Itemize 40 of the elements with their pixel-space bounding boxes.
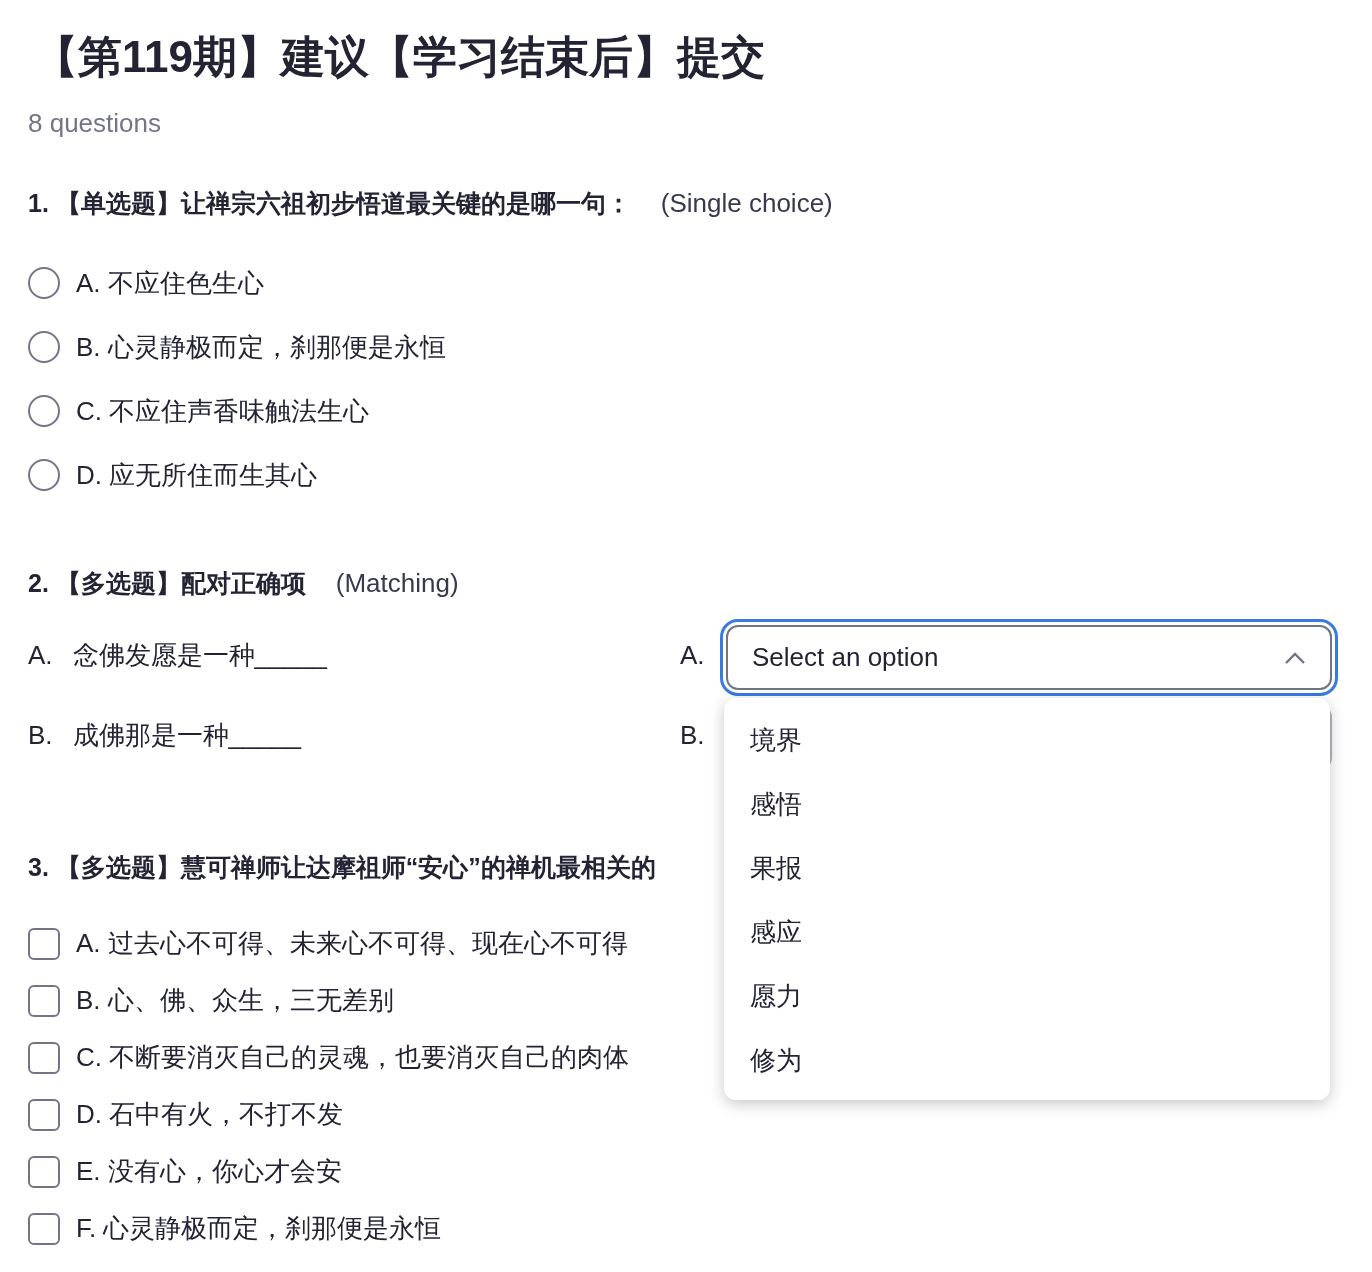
radio-button[interactable] (28, 267, 60, 299)
menu-item[interactable]: 愿力 (724, 964, 1330, 1028)
prompt-letter: B. (28, 719, 53, 752)
answer-letter: A. (680, 639, 706, 672)
prompt-text: 念佛发愿是一种_____ (72, 639, 327, 672)
checkbox[interactable] (28, 1041, 60, 1074)
checkbox[interactable] (28, 984, 60, 1017)
option-label: A. 过去心不可得、未来心不可得、现在心不可得 (76, 927, 628, 960)
menu-item[interactable]: 感悟 (724, 772, 1330, 836)
option-label: B. 心、佛、众生，三无差别 (76, 984, 394, 1017)
menu-item[interactable]: 果报 (724, 836, 1330, 900)
radio-button[interactable] (28, 395, 60, 427)
option-label: D. 石中有火，不打不发 (76, 1098, 344, 1131)
option-label: B. 心灵静极而定，刹那便是永恒 (76, 330, 446, 364)
question-count: 8 questions (28, 107, 162, 140)
checkbox[interactable] (28, 1155, 60, 1188)
option-label: A. 不应住色生心 (76, 266, 264, 300)
caret-up-icon (1284, 650, 1306, 665)
question-text: 1. 【单选题】让禅宗六祖初步悟道最关键的是哪一句： (28, 188, 631, 219)
option-label: E. 没有心，你心才会安 (76, 1155, 342, 1188)
radio-button[interactable] (28, 459, 60, 491)
question-text: 3. 【多选题】慧可禅师让达摩祖师“安心”的禅机最相关的 (28, 852, 656, 883)
option-label: C. 不应住声香味触法生心 (76, 394, 370, 428)
answer-letter: B. (680, 719, 706, 752)
option-label: C. 不断要消灭自己的灵魂，也要消灭自己的肉体 (76, 1041, 630, 1074)
radio-button[interactable] (28, 331, 60, 363)
prompt-letter: A. (28, 639, 53, 672)
checkbox[interactable] (28, 927, 60, 960)
prompt-text: 成佛那是一种_____ (72, 719, 301, 752)
menu-item[interactable]: 修为 (724, 1028, 1330, 1092)
option-label: D. 应无所住而生其心 (76, 458, 318, 492)
menu-item[interactable]: 境界 (724, 708, 1330, 772)
question-text: 2. 【多选题】配对正确项 (28, 568, 306, 599)
option-label: F. 心灵静极而定，刹那便是永恒 (76, 1212, 442, 1245)
question-type: (Matching) (335, 567, 459, 600)
checkbox[interactable] (28, 1098, 60, 1131)
quiz-title: 【第119期】建议【学习结束后】提交 (34, 31, 766, 83)
checkbox[interactable] (28, 1212, 60, 1245)
menu-item[interactable]: 感应 (724, 900, 1330, 964)
question-type: (Single choice) (660, 187, 833, 220)
